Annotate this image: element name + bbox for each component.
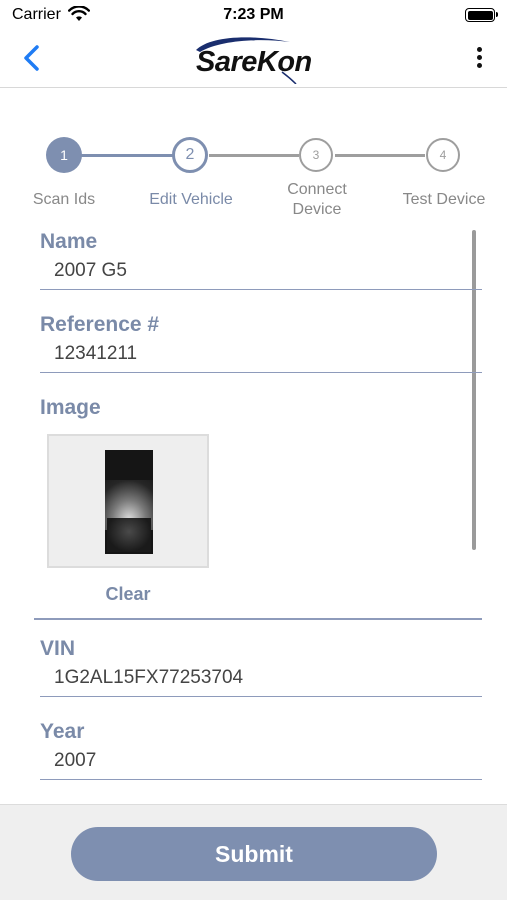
nav-header: SareKon	[0, 30, 507, 88]
vehicle-image[interactable]	[47, 434, 209, 568]
status-bar: Carrier 7:23 PM	[0, 0, 507, 30]
image-divider	[34, 618, 482, 620]
reference-field[interactable]: 12341211	[40, 339, 482, 373]
more-options-button[interactable]	[469, 44, 489, 74]
step-connector	[209, 154, 299, 157]
step-4-circle: 4	[426, 138, 460, 172]
step-1-label: Scan Ids	[32, 191, 96, 208]
footer-bar: Submit	[0, 804, 507, 900]
name-field[interactable]: 2007 G5	[40, 256, 482, 290]
vin-field[interactable]: 1G2AL15FX77253704	[40, 663, 482, 697]
vin-label: VIN	[40, 637, 76, 660]
step-2-circle: 2	[172, 137, 208, 173]
submit-button[interactable]: Submit	[71, 827, 437, 881]
year-label: Year	[40, 720, 85, 743]
image-label: Image	[40, 396, 101, 419]
reference-label: Reference #	[40, 313, 160, 336]
name-label: Name	[40, 230, 98, 253]
logo-text: SareKon	[196, 46, 312, 78]
sarekon-logo: SareKon	[190, 34, 322, 84]
step-4-label: Test Device	[402, 191, 486, 208]
step-3-label: Connect Device	[287, 181, 347, 218]
battery-icon	[465, 8, 498, 22]
step-1-circle: 1	[46, 137, 82, 173]
step-2-label: Edit Vehicle	[149, 191, 233, 208]
clear-image-button[interactable]: Clear	[47, 584, 209, 605]
image-thumbnail	[105, 450, 153, 554]
dot-icon	[476, 63, 482, 68]
dot-icon	[476, 47, 482, 52]
status-time: 7:23 PM	[223, 6, 284, 23]
step-connector	[81, 154, 173, 157]
back-button[interactable]	[14, 40, 50, 76]
vehicle-form: Name 2007 G5 Reference # 12341211 Image …	[0, 228, 507, 804]
progress-stepper: 1 2 3 4 Scan Ids Edit Vehicle Connect De…	[0, 130, 507, 230]
step-3-circle: 3	[299, 138, 333, 172]
step-connector	[335, 154, 425, 157]
dot-icon	[476, 55, 482, 60]
year-field[interactable]: 2007	[40, 746, 482, 780]
